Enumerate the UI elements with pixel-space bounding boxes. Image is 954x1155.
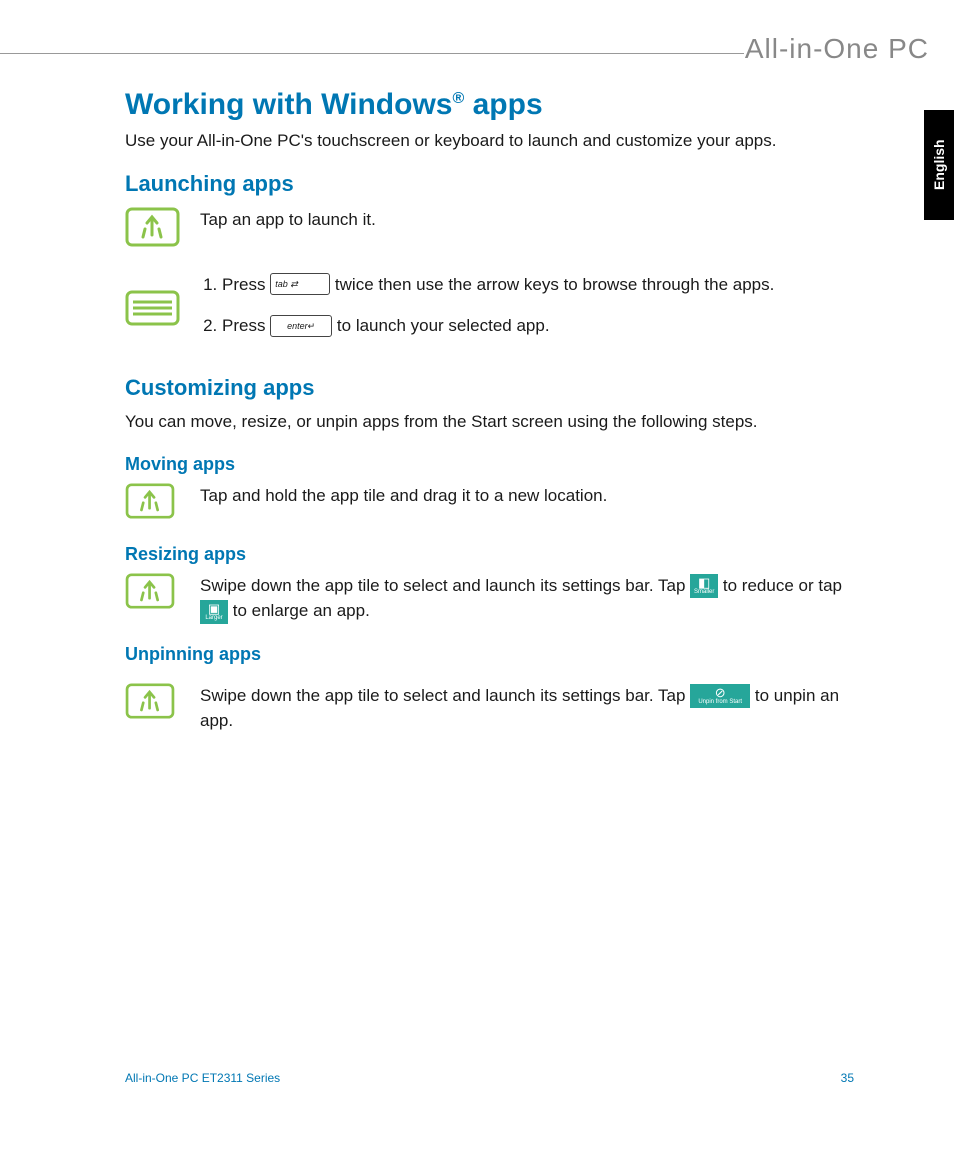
registered-mark: ® <box>452 90 464 107</box>
launching-touch-text: Tap an app to launch it. <box>200 207 874 233</box>
step2-pre: Press <box>222 316 270 335</box>
tab-key-label: tab <box>275 279 288 289</box>
title-text-post: apps <box>464 88 542 121</box>
footer-model: All-in-One PC ET2311 Series <box>125 1071 280 1085</box>
keyboard-step-2: Press enter↵ to launch your selected app… <box>222 313 874 339</box>
footer-page-number: 35 <box>841 1071 854 1085</box>
section-launching-heading: Launching apps <box>125 171 874 197</box>
subsection-resizing-heading: Resizing apps <box>125 544 874 565</box>
launching-touch-row: Tap an app to launch it. <box>125 207 874 252</box>
enter-key-icon: enter↵ <box>270 315 332 337</box>
resizing-row: Swipe down the app tile to select and la… <box>125 573 874 624</box>
keyboard-step-1: Press tab ⇄ twice then use the arrow key… <box>222 272 874 298</box>
title-text-pre: Working with Windows <box>125 88 452 121</box>
subsection-unpinning-heading: Unpinning apps <box>125 644 874 665</box>
unpin-label: Unpin from Start <box>690 699 750 705</box>
touch-icon <box>125 683 180 724</box>
smaller-tile-icon: ◧Smaller <box>690 574 718 598</box>
section-customizing-heading: Customizing apps <box>125 375 874 401</box>
unpinning-row: Swipe down the app tile to select and la… <box>125 683 874 734</box>
resizing-post: to enlarge an app. <box>233 601 370 620</box>
touch-icon <box>125 483 180 524</box>
page-title: Working with Windows® apps <box>125 88 874 122</box>
enter-key-label: enter <box>287 321 308 331</box>
resizing-text: Swipe down the app tile to select and la… <box>200 573 874 624</box>
page-footer: All-in-One PC ET2311 Series 35 <box>125 1071 854 1085</box>
touch-icon <box>125 207 180 252</box>
resizing-mid: to reduce or tap <box>723 576 842 595</box>
resizing-pre: Swipe down the app tile to select and la… <box>200 576 690 595</box>
language-tab: English <box>924 110 954 220</box>
header-rule <box>0 53 744 54</box>
larger-label: Larger <box>200 615 228 621</box>
smaller-label: Smaller <box>690 589 718 595</box>
step1-pre: Press <box>222 275 270 294</box>
product-brand: All-in-One PC <box>745 33 929 65</box>
moving-row: Tap and hold the app tile and drag it to… <box>125 483 874 524</box>
step2-post: to launch your selected app. <box>337 316 550 335</box>
subsection-moving-heading: Moving apps <box>125 454 874 475</box>
page-content: Working with Windows® apps Use your All-… <box>125 88 874 754</box>
touch-icon <box>125 573 180 614</box>
keyboard-icon <box>125 272 180 331</box>
moving-text: Tap and hold the app tile and drag it to… <box>200 483 874 509</box>
unpinning-text: Swipe down the app tile to select and la… <box>200 683 874 734</box>
launching-keyboard-steps: Press tab ⇄ twice then use the arrow key… <box>200 272 874 355</box>
tab-key-icon: tab ⇄ <box>270 273 330 295</box>
intro-text: Use your All-in-One PC's touchscreen or … <box>125 130 874 153</box>
launching-keyboard-row: Press tab ⇄ twice then use the arrow key… <box>125 272 874 355</box>
larger-tile-icon: ▣Larger <box>200 600 228 624</box>
unpin-tile-icon: ⊘Unpin from Start <box>690 684 750 708</box>
customizing-intro: You can move, resize, or unpin apps from… <box>125 411 874 434</box>
step1-post: twice then use the arrow keys to browse … <box>335 275 774 294</box>
unpinning-pre: Swipe down the app tile to select and la… <box>200 686 690 705</box>
